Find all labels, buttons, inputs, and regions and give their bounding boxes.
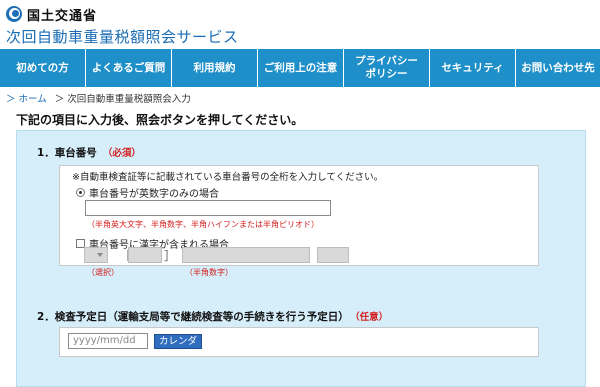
nav-label: 初めての方: [16, 61, 69, 74]
inspection-date-box: yyyy/mm/dd カレンダー: [59, 327, 539, 360]
nav-item-privacy[interactable]: プライバシー ポリシー: [344, 49, 430, 87]
nav-label: プライバシー ポリシー: [355, 55, 418, 80]
alnum-hint: （半角英大文字、半角数字、半角ハイフンまたは半角ピリオド）: [87, 220, 319, 229]
section-vehicle-number-label: 1．車台番号 （必須）: [37, 145, 141, 160]
number-hint: （半角数字）: [185, 268, 233, 277]
vehicle-number-label: 1．車台番号: [37, 147, 97, 159]
nav-item-contact[interactable]: お問い合わせ先: [516, 49, 600, 87]
input-form-panel: 1．車台番号 （必須） ※自動車検査証等に記載されている車台番号の全桁を入力してく…: [16, 130, 586, 387]
nav-label: ご利用上の注意: [263, 61, 338, 74]
nav-item-usage-notes[interactable]: ご利用上の注意: [258, 49, 344, 87]
ministry-name: 国土交通省: [27, 8, 98, 24]
section-inspection-date-label: 2．検査予定日（運輸支局等で継続検査等の手続きを行う予定日） （任意）: [37, 309, 388, 324]
nav-item-first-time[interactable]: 初めての方: [0, 49, 86, 87]
kanji-prefix-field[interactable]: [128, 247, 162, 263]
nav-item-terms[interactable]: 利用規約: [172, 49, 258, 87]
kanji-select[interactable]: [84, 247, 108, 263]
nav-item-faq[interactable]: よくあるご質問: [86, 49, 172, 87]
chevron-down-icon: [97, 253, 103, 257]
ministry-logo-icon: [6, 6, 22, 22]
nav-item-security[interactable]: セキュリティ: [430, 49, 516, 87]
alnum-option-label: 車台番号が英数字のみの場合: [89, 189, 219, 200]
nav-label: よくあるご質問: [91, 61, 166, 74]
required-badge: （必須）: [102, 148, 141, 159]
breadcrumb-current: ＞ 次回自動車重量税額照会入力: [54, 94, 191, 105]
select-hint: （選択）: [87, 268, 119, 277]
alnum-radio[interactable]: [76, 188, 85, 197]
vehicle-number-note: ※自動車検査証等に記載されている車台番号の全桁を入力してください。: [72, 172, 384, 183]
nav-label: お問い合わせ先: [521, 61, 595, 74]
nav-label: セキュリティ: [441, 61, 504, 74]
site-header: 国土交通省 次回自動車重量税額照会サービス: [0, 0, 600, 50]
nav-label: 利用規約: [193, 61, 236, 74]
vehicle-number-input[interactable]: [85, 200, 331, 216]
breadcrumb: ＞ ホーム ＞ 次回自動車重量税額照会入力: [6, 91, 191, 105]
service-title: 次回自動車重量税額照会サービス: [6, 28, 239, 46]
main-nav: 初めての方 よくあるご質問 利用規約 ご利用上の注意 プライバシー ポリシー セ…: [0, 49, 600, 87]
kanji-number-field[interactable]: [182, 247, 310, 263]
breadcrumb-home[interactable]: ＞ ホーム: [6, 91, 47, 105]
page-instruction: 下記の項目に入力後、照会ボタンを押してください。: [16, 113, 304, 127]
kanji-suffix-field[interactable]: [317, 247, 349, 263]
option-alnum-row[interactable]: 車台番号が英数字のみの場合: [76, 185, 219, 200]
inspection-date-input[interactable]: yyyy/mm/dd: [68, 333, 148, 349]
optional-badge: （任意）: [354, 312, 389, 323]
bracket-close: ］: [164, 249, 177, 263]
ministry-logo[interactable]: 国土交通省: [6, 5, 98, 24]
inspection-date-label: 2．検査予定日（運輸支局等で継続検査等の手続きを行う予定日）: [37, 311, 349, 323]
calendar-button[interactable]: カレンダー: [154, 334, 202, 360]
